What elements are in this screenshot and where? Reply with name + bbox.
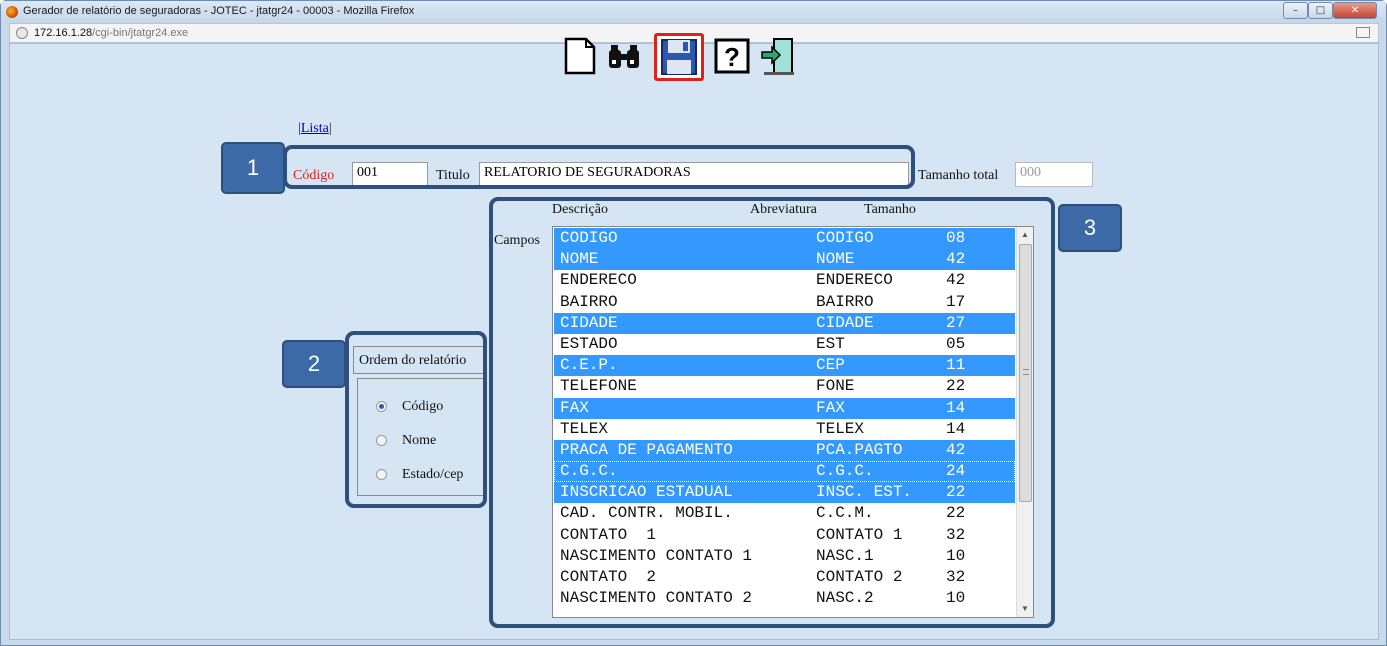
nav-lista: |Lista| xyxy=(298,121,332,136)
callout-badge-1: 1 xyxy=(221,142,285,194)
close-button[interactable]: ✕ xyxy=(1333,2,1377,19)
url-path: /cgi-bin/jtatgr24.exe xyxy=(92,27,189,39)
maximize-button[interactable]: □ xyxy=(1308,2,1333,19)
url-text: 172.16.1.28/cgi-bin/jtatgr24.exe xyxy=(34,27,188,39)
callout-frame-3 xyxy=(489,197,1055,628)
window-title: Gerador de relatório de seguradoras - JO… xyxy=(23,5,415,17)
callout-frame-2 xyxy=(345,331,487,508)
tamanho-total-input: 000 xyxy=(1015,162,1093,187)
exit-door-icon[interactable] xyxy=(760,36,800,76)
new-document-icon[interactable] xyxy=(560,36,600,76)
firefox-icon xyxy=(6,6,18,18)
help-icon[interactable]: ? xyxy=(712,36,752,76)
reader-view-icon[interactable] xyxy=(1356,27,1370,38)
floppy-save-icon[interactable] xyxy=(654,33,704,81)
binoculars-search-icon[interactable] xyxy=(605,36,645,76)
lista-link[interactable]: Lista xyxy=(301,121,329,136)
url-host: 172.16.1.28 xyxy=(34,27,93,39)
site-info-icon[interactable] xyxy=(16,27,28,39)
minimize-button[interactable]: – xyxy=(1283,2,1308,19)
title-bar: Gerador de relatório de seguradoras - JO… xyxy=(1,1,1386,23)
callout-badge-2: 2 xyxy=(282,340,346,388)
callout-badge-3: 3 xyxy=(1058,204,1122,252)
callout-frame-1 xyxy=(283,145,915,189)
svg-text:?: ? xyxy=(724,42,740,72)
tamanho-total-label: Tamanho total xyxy=(918,168,999,183)
